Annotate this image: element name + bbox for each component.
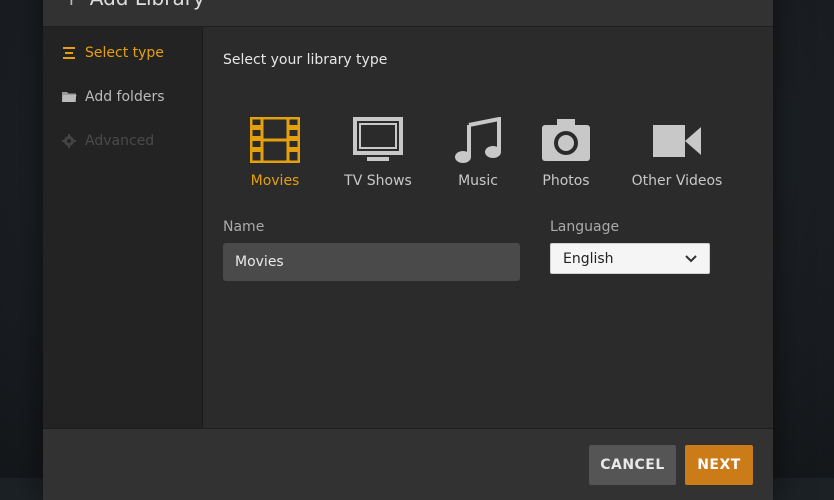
dialog-footer: CANCEL NEXT bbox=[43, 428, 773, 500]
library-type-movies[interactable]: Movies bbox=[250, 117, 300, 189]
dialog-header: + Add Library bbox=[43, 0, 773, 27]
sidebar-item-label: Select type bbox=[85, 45, 164, 61]
film-icon bbox=[250, 117, 300, 163]
tv-icon bbox=[353, 117, 403, 161]
sidebar: Select type Add folders Advanced bbox=[43, 27, 203, 428]
sidebar-item-add-folders[interactable]: Add folders bbox=[61, 86, 165, 108]
library-type-music[interactable]: Music bbox=[453, 117, 503, 189]
library-type-label: Movies bbox=[250, 173, 300, 189]
chevron-down-icon bbox=[685, 254, 697, 262]
language-label: Language bbox=[550, 219, 620, 235]
sidebar-item-advanced: Advanced bbox=[61, 130, 154, 152]
library-type-label: TV Shows bbox=[344, 173, 412, 189]
camera-icon bbox=[542, 119, 590, 161]
sidebar-item-select-type[interactable]: Select type bbox=[61, 42, 164, 64]
list-icon bbox=[63, 47, 75, 59]
library-type-label: Music bbox=[458, 173, 498, 189]
music-note-icon bbox=[455, 117, 501, 163]
next-button[interactable]: NEXT bbox=[685, 445, 753, 485]
video-camera-icon bbox=[653, 125, 701, 157]
dialog-title: + Add Library bbox=[63, 0, 205, 10]
library-type-other-videos[interactable]: Other Videos bbox=[631, 117, 723, 189]
folder-icon bbox=[62, 92, 77, 102]
plus-icon: + bbox=[63, 0, 80, 10]
library-type-photos[interactable]: Photos bbox=[540, 117, 592, 189]
cancel-button[interactable]: CANCEL bbox=[589, 445, 676, 485]
name-input-value: Movies bbox=[235, 254, 284, 270]
library-type-list: Movies TV Shows Music Photos Other Video… bbox=[203, 117, 773, 207]
section-title: Select your library type bbox=[223, 52, 388, 68]
library-type-tv-shows[interactable]: TV Shows bbox=[343, 117, 413, 189]
add-library-dialog: + Add Library Select type Add folders bbox=[43, 0, 773, 500]
main-content: Select your library type Movies TV Shows… bbox=[203, 27, 773, 428]
library-type-label: Photos bbox=[542, 173, 590, 189]
gear-icon bbox=[62, 134, 76, 148]
name-label: Name bbox=[223, 219, 265, 235]
language-select-value: English bbox=[563, 250, 614, 267]
sidebar-item-label: Advanced bbox=[85, 133, 155, 149]
dialog-title-text: Add Library bbox=[90, 0, 205, 10]
language-select[interactable]: English bbox=[550, 243, 710, 274]
name-input[interactable]: Movies bbox=[223, 243, 520, 281]
sidebar-item-label: Add folders bbox=[85, 89, 165, 105]
library-type-label: Other Videos bbox=[631, 173, 723, 189]
